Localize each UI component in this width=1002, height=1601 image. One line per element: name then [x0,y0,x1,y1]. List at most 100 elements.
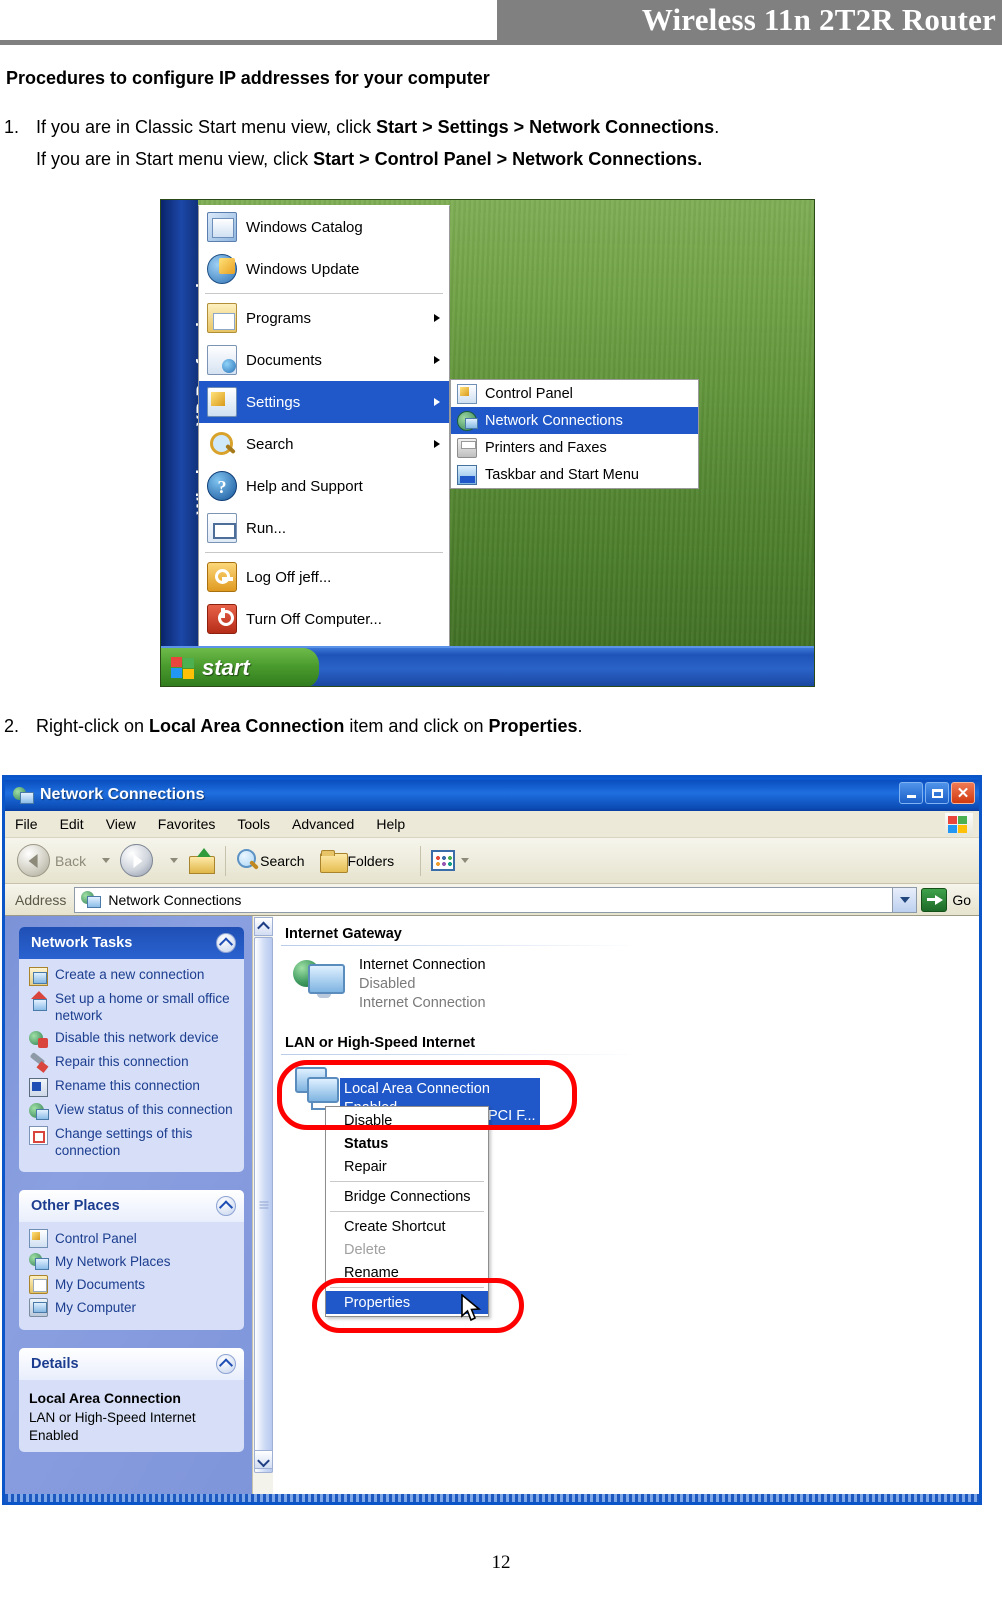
connection-device: Internet Connection [359,994,486,1011]
context-item-rename[interactable]: Rename [326,1261,488,1284]
network-tasks-title: Network Tasks [31,935,133,951]
submenu-item-control-panel[interactable]: Control Panel [451,380,698,407]
start-item-documents[interactable]: Documents [199,339,449,381]
forward-button[interactable] [120,844,158,877]
address-bar: Address Network Connections Go [5,884,979,916]
lan-connection-name: Local Area Connection [344,1081,490,1097]
context-item-repair[interactable]: Repair [326,1155,488,1178]
submenu-item-network-connections[interactable]: Network Connections [451,407,698,434]
go-button[interactable]: Go [921,887,971,912]
submenu-item-label: Network Connections [485,412,623,429]
maximize-button[interactable] [925,782,949,804]
place-my-network-places[interactable]: My Network Places [29,1252,236,1271]
step-1-line-2-pre: If you are in Start menu view, click [36,148,314,169]
forward-arrow-icon [120,844,154,877]
start-item-settings[interactable]: Settings [199,381,449,423]
context-item-disable[interactable]: Disable [326,1109,488,1132]
views-caret-icon[interactable] [461,858,470,863]
rename-icon [29,1077,48,1097]
search-icon [207,429,237,459]
start-button[interactable]: start [161,648,319,686]
connection-item-internet-connection[interactable]: Internet Connection Disabled Internet Co… [281,956,979,1013]
menu-help[interactable]: Help [376,816,405,832]
other-places-title: Other Places [31,1198,120,1215]
start-item-run[interactable]: Run... [199,507,449,549]
vertical-scrollbar[interactable] [252,916,273,1502]
place-control-panel[interactable]: Control Panel [29,1229,236,1249]
task-change-settings[interactable]: Change settings of this connection [29,1125,236,1160]
settings-icon [207,387,237,417]
place-label: My Network Places [55,1254,171,1270]
address-dropdown-button[interactable] [892,887,917,912]
collapse-chevron-icon[interactable] [216,933,236,953]
menu-file[interactable]: File [15,816,38,832]
step-2-bold-2: Properties [488,716,578,736]
start-item-windows-catalog[interactable]: Windows Catalog [199,206,449,248]
context-menu[interactable]: Disable Status Repair Bridge Connections… [325,1106,489,1317]
task-setup-home-network[interactable]: Set up a home or small office network [29,990,236,1025]
context-item-create-shortcut[interactable]: Create Shortcut [326,1215,488,1238]
menu-advanced[interactable]: Advanced [292,816,354,832]
start-item-log-off[interactable]: Log Off jeff... [199,556,449,598]
start-item-label: Documents [246,351,322,369]
menu-edit[interactable]: Edit [60,816,84,832]
menu-favorites[interactable]: Favorites [158,816,216,832]
collapse-chevron-icon[interactable] [216,1196,236,1217]
documents-icon [207,345,237,375]
scroll-up-button[interactable] [254,917,273,936]
home-network-icon [29,991,48,1011]
close-button[interactable]: ✕ [951,782,975,804]
submenu-item-taskbar-and-start-menu[interactable]: Taskbar and Start Menu [451,461,698,488]
search-button[interactable]: Search [236,848,308,873]
window-client-area: Network Tasks Create a new connection Se… [5,916,979,1502]
place-my-computer[interactable]: My Computer [29,1298,236,1318]
menu-tools[interactable]: Tools [237,816,270,832]
minimize-button[interactable] [899,782,923,804]
classic-start-menu[interactable]: Windows Catalog Windows Update Programs … [198,205,450,648]
menu-view[interactable]: View [106,816,136,832]
chevron-right-icon [434,314,440,322]
collapse-chevron-icon[interactable] [216,1354,236,1375]
status-bar [5,1494,979,1502]
place-my-documents[interactable]: My Documents [29,1275,236,1295]
folder-icon [320,849,349,873]
back-button[interactable]: Back [17,844,90,877]
task-view-status[interactable]: View status of this connection [29,1101,236,1121]
start-item-help-and-support[interactable]: Help and Support [199,465,449,507]
network-tasks-body: Create a new connection Set up a home or… [19,959,244,1172]
scroll-down-button[interactable] [254,1450,273,1469]
views-icon[interactable] [431,850,456,871]
back-history-caret-icon[interactable] [102,858,111,863]
help-icon [207,471,237,501]
page-number: 12 [491,1552,511,1573]
step-2-bold-1: Local Area Connection [149,716,345,736]
up-folder-icon[interactable] [188,847,216,874]
start-item-label: Search [246,435,294,453]
context-item-bridge-connections[interactable]: Bridge Connections [326,1185,488,1208]
folders-button[interactable]: Folders [320,849,398,873]
other-places-header: Other Places [19,1190,244,1223]
settings-submenu[interactable]: Control Panel Network Connections Printe… [450,379,699,489]
scrollbar-thumb[interactable] [254,937,273,1473]
step-1-line-1: If you are in Classic Start menu view, c… [36,116,984,140]
group-divider [281,1053,641,1055]
network-tasks-header: Network Tasks [19,927,244,959]
my-computer-icon [29,1298,48,1318]
start-item-programs[interactable]: Programs [199,297,449,339]
start-item-windows-update[interactable]: Windows Update [199,248,449,290]
address-input[interactable]: Network Connections [74,886,918,913]
toolbar: Back Search Folders [5,838,979,884]
task-label: Change settings of this connection [55,1125,193,1158]
forward-history-caret-icon[interactable] [170,858,179,863]
task-repair-connection[interactable]: Repair this connection [29,1053,236,1073]
address-label: Address [15,891,67,908]
task-rename-connection[interactable]: Rename this connection [29,1077,236,1097]
start-item-label: Turn Off Computer... [246,610,382,628]
submenu-item-printers-and-faxes[interactable]: Printers and Faxes [451,434,698,461]
task-disable-network-device[interactable]: Disable this network device [29,1029,236,1049]
start-item-search[interactable]: Search [199,423,449,465]
taskbar-startmenu-icon [457,464,477,485]
context-item-status[interactable]: Status [326,1132,488,1155]
task-create-new-connection[interactable]: Create a new connection [29,966,236,986]
start-item-turn-off-computer[interactable]: Turn Off Computer... [199,598,449,640]
